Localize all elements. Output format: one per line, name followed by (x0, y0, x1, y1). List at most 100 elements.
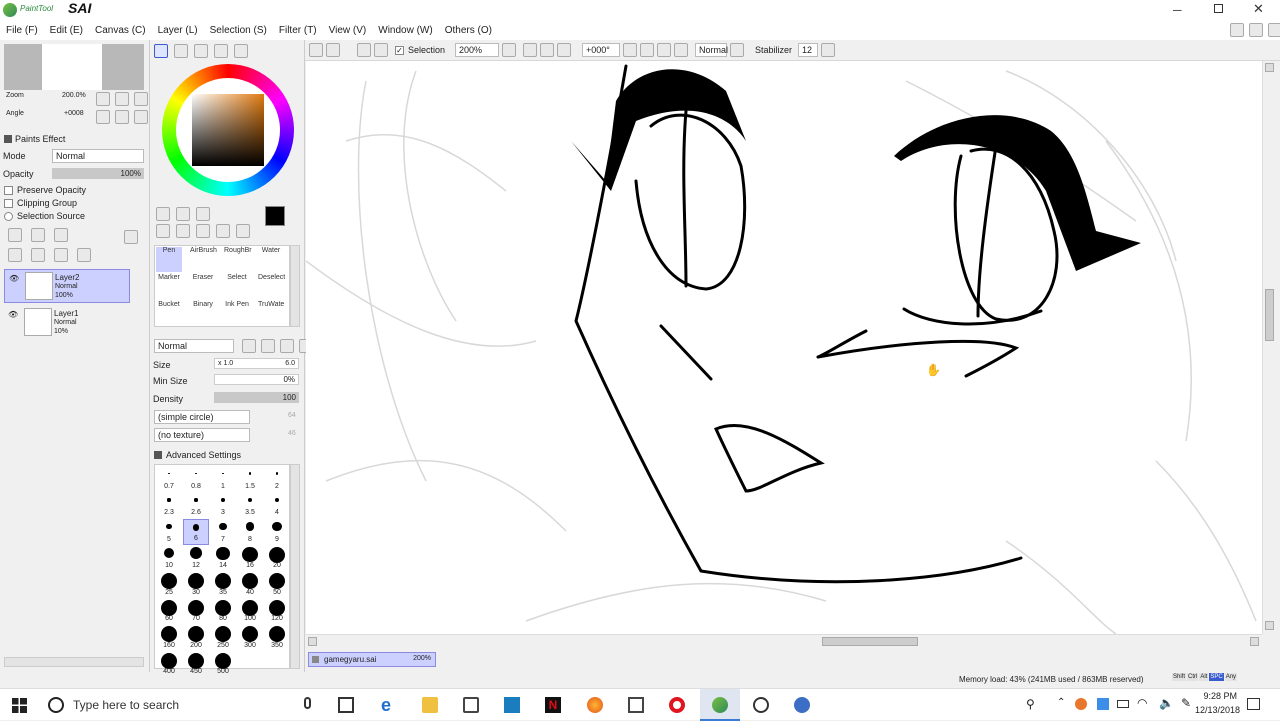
selection-invert-icon[interactable] (374, 43, 388, 57)
generic-app-icon[interactable] (794, 697, 810, 713)
new-layer-icon[interactable] (8, 228, 22, 242)
doc-minimize-button[interactable] (1230, 23, 1244, 37)
edge-icon[interactable]: e (381, 696, 397, 714)
scroll-right-icon[interactable] (1250, 637, 1259, 646)
brush-size-1.5[interactable]: 1.5 (237, 466, 263, 492)
brush-size-2.6[interactable]: 2.6 (183, 493, 209, 519)
clock-time[interactable]: 9:28 PM (1189, 691, 1237, 701)
brush-size-3.5[interactable]: 3.5 (237, 493, 263, 519)
clock-date[interactable]: 12/13/2018 (1184, 705, 1240, 715)
brush-size-14[interactable]: 14 (210, 546, 236, 572)
brush-size-6[interactable]: 6 (183, 519, 209, 545)
publisher-icon[interactable] (504, 697, 520, 713)
hsv-slider-icon[interactable] (194, 44, 208, 58)
brush-size-30[interactable]: 30 (183, 572, 209, 598)
battery-icon[interactable] (1117, 700, 1129, 708)
brush-eraser[interactable]: Eraser (190, 274, 216, 299)
menu-canvas[interactable]: Canvas (C) (95, 25, 146, 36)
brush-airbrush[interactable]: AirBrush (190, 247, 217, 272)
windows-start-icon[interactable] (12, 698, 27, 713)
brush-size-500[interactable]: 500 (210, 652, 236, 678)
brush-size-9[interactable]: 9 (264, 519, 290, 545)
color-square[interactable] (192, 94, 264, 166)
brush-size-1[interactable]: 1 (210, 466, 236, 492)
selection-clear-icon[interactable] (357, 43, 371, 57)
doc-close-button[interactable] (1268, 23, 1280, 37)
layer-row-layer2[interactable]: 👁 Layer2 Normal 100% (4, 269, 130, 303)
brush-shape-1-icon[interactable] (242, 339, 256, 353)
brush-inkpen[interactable]: Ink Pen (224, 301, 250, 326)
crop-icon[interactable] (326, 43, 340, 57)
size-slider[interactable]: x 1.0 6.0 (214, 358, 299, 369)
menu-layer[interactable]: Layer (L) (158, 25, 198, 36)
document-tab[interactable]: gamegyaru.sai 200% (308, 652, 436, 667)
brush-size-50[interactable]: 50 (264, 572, 290, 598)
menu-selection[interactable]: Selection (S) (210, 25, 267, 36)
brush-size-0.8[interactable]: 0.8 (183, 466, 209, 492)
stabilizer-field[interactable]: 12 (798, 43, 819, 57)
restore-button[interactable] (1214, 4, 1223, 13)
new-linework-layer-icon[interactable] (31, 228, 45, 242)
menu-file[interactable]: File (F) (6, 25, 38, 36)
color-wheel-icon[interactable] (154, 44, 168, 58)
close-button[interactable]: ✕ (1253, 1, 1264, 17)
blend-field[interactable]: Normal (695, 43, 728, 57)
brush-marker[interactable]: Marker (156, 274, 182, 299)
paints-effect-label[interactable]: Paints Effect (15, 134, 65, 144)
zoom-in-icon[interactable] (540, 43, 555, 57)
new-folder-icon[interactable] (54, 228, 68, 242)
layer-panel-menu-icon[interactable] (124, 230, 138, 244)
primary-color-swatch[interactable] (265, 206, 285, 226)
brush-grid-scrollbar[interactable] (290, 245, 300, 327)
microphone-icon[interactable] (304, 697, 311, 709)
brush-size-25[interactable]: 25 (156, 572, 182, 598)
volume-icon[interactable]: 🔈 (1159, 696, 1174, 710)
brush-size-3[interactable]: 3 (210, 493, 236, 519)
zoom-tool-icon[interactable] (176, 224, 190, 238)
vertical-scroll-thumb[interactable] (1265, 289, 1274, 341)
advanced-settings-toggle-icon[interactable] (154, 451, 162, 459)
taskbar-search-input[interactable]: Type here to search (73, 698, 179, 712)
merge-down-icon[interactable] (31, 248, 45, 262)
brush-size-120[interactable]: 120 (264, 599, 290, 625)
brush-size-35[interactable]: 35 (210, 572, 236, 598)
angle-dropdown-icon[interactable] (623, 43, 638, 57)
nav-rotate-right-icon[interactable] (115, 110, 129, 124)
advanced-settings-label[interactable]: Advanced Settings (166, 450, 241, 460)
brush-size-2[interactable]: 2 (264, 466, 290, 492)
brush-size-60[interactable]: 60 (156, 599, 182, 625)
brush-size-7[interactable]: 7 (210, 519, 236, 545)
magic-wand-icon[interactable] (196, 207, 210, 221)
eye-icon[interactable]: 👁 (8, 310, 18, 319)
brush-truwate[interactable]: TruWate (258, 301, 284, 326)
brush-size-450[interactable]: 450 (183, 652, 209, 678)
swatches-icon[interactable] (214, 44, 228, 58)
menu-edit[interactable]: Edit (E) (50, 25, 83, 36)
nav-zoom-fit-icon[interactable] (134, 92, 148, 106)
brush-water[interactable]: Water (258, 247, 284, 272)
brush-size-400[interactable]: 400 (156, 652, 182, 678)
layer-mode-select[interactable]: Normal (52, 149, 144, 163)
brush-size-70[interactable]: 70 (183, 599, 209, 625)
zoom-field[interactable]: 200% (455, 43, 500, 57)
netflix-icon[interactable]: N (545, 697, 561, 713)
scroll-up-icon[interactable] (1265, 63, 1274, 72)
angle-field[interactable]: +000° (582, 43, 621, 57)
brush-shape-2-icon[interactable] (261, 339, 275, 353)
brush-size-100[interactable]: 100 (237, 599, 263, 625)
brush-pen[interactable]: Pen (156, 247, 182, 272)
brush-size-0.7[interactable]: 0.7 (156, 466, 182, 492)
stabilizer-dropdown-icon[interactable] (821, 43, 836, 57)
drawing-canvas[interactable]: ✋ (306, 61, 1262, 634)
notifications-icon[interactable] (1247, 698, 1260, 710)
brush-size-200[interactable]: 200 (183, 625, 209, 651)
selection-checkbox[interactable]: ✓ (395, 45, 404, 55)
navigator-preview[interactable] (4, 44, 144, 90)
eyedropper-icon[interactable] (236, 224, 250, 238)
clipping-group-checkbox[interactable] (4, 198, 13, 208)
rotate-left-icon[interactable] (640, 43, 655, 57)
brush-roughbr[interactable]: RoughBr (224, 247, 252, 272)
brush-bucket[interactable]: Bucket (156, 301, 182, 326)
move-icon[interactable] (156, 224, 170, 238)
zoom-out-icon[interactable] (523, 43, 538, 57)
